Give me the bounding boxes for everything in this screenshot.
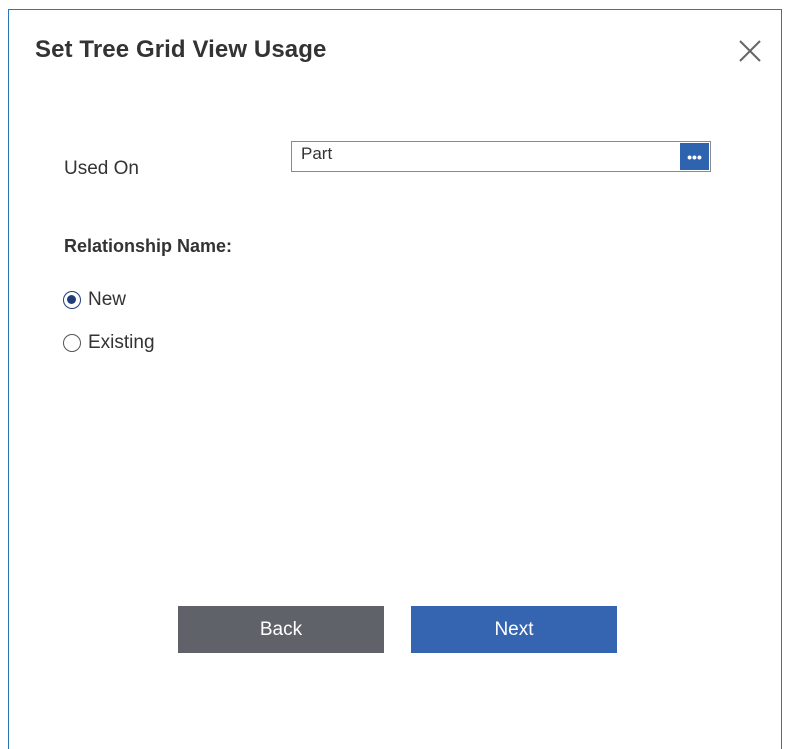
back-button[interactable]: Back: [178, 606, 384, 653]
radio-label-new: New: [88, 289, 127, 310]
relationship-name-label: Relationship Name:: [64, 236, 233, 256]
radio-option-new[interactable]: New: [63, 289, 126, 311]
close-button[interactable]: [735, 36, 765, 66]
used-on-label: Used On: [64, 158, 139, 179]
next-button[interactable]: Next: [411, 606, 617, 653]
radio-button-existing[interactable]: [63, 334, 81, 352]
dialog-title: Set Tree Grid View Usage: [35, 36, 327, 63]
used-on-field: •••: [291, 141, 711, 172]
browse-button[interactable]: •••: [680, 143, 709, 170]
radio-button-new[interactable]: [63, 291, 81, 309]
ellipsis-icon: •••: [687, 149, 702, 165]
used-on-input[interactable]: [292, 142, 672, 171]
close-icon: [739, 40, 761, 62]
radio-label-existing: Existing: [88, 332, 155, 353]
set-tree-grid-view-usage-dialog: Set Tree Grid View Usage Used On ••• Rel…: [8, 9, 782, 749]
radio-option-existing[interactable]: Existing: [63, 332, 155, 354]
